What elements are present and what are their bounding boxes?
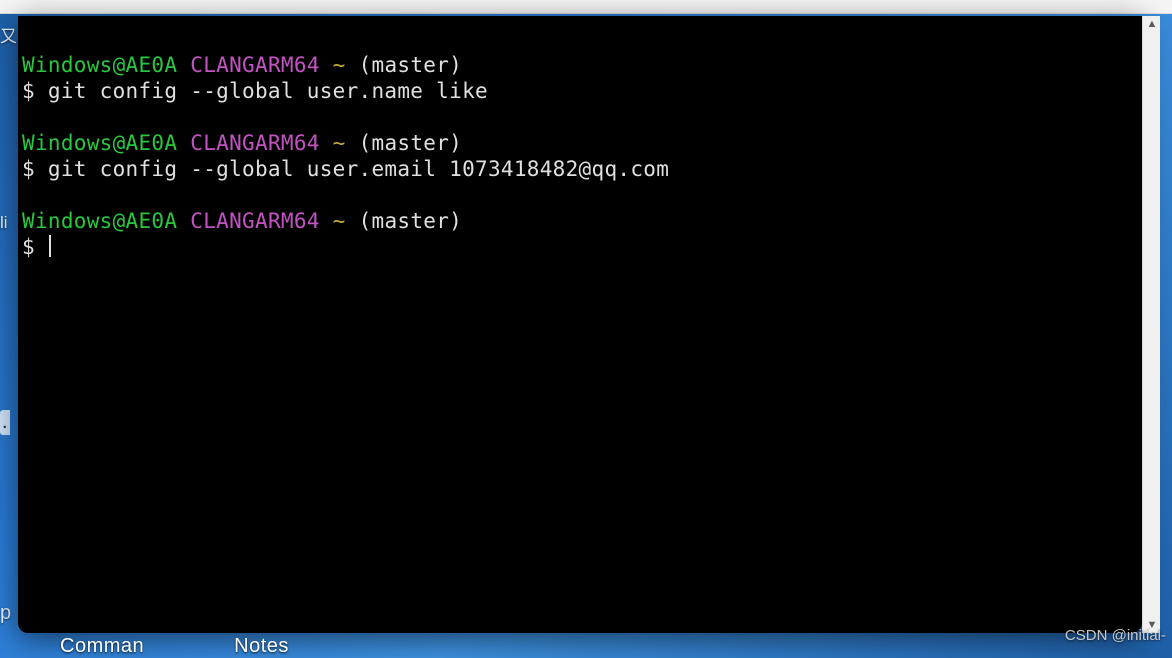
prompt-user-host: Windows@AE0A bbox=[22, 131, 177, 155]
desktop-icon-fragment: li bbox=[0, 213, 8, 233]
prompt-user-host: Windows@AE0A bbox=[22, 53, 177, 77]
blank-line bbox=[22, 104, 1136, 130]
command-text: git config --global user.email 107341848… bbox=[48, 157, 669, 181]
terminal-window[interactable]: Windows@AE0A CLANGARM64 ~ (master) $ git… bbox=[18, 16, 1142, 633]
taskbar-label[interactable]: Comman bbox=[60, 635, 144, 658]
scrollbar[interactable]: ▲ ▼ bbox=[1142, 16, 1160, 633]
prompt-symbol: $ bbox=[22, 79, 48, 103]
command-line-active[interactable]: $ bbox=[22, 234, 1136, 260]
prompt-branch: (master) bbox=[359, 53, 463, 77]
prompt-symbol: $ bbox=[22, 235, 48, 259]
prompt-line: Windows@AE0A CLANGARM64 ~ (master) bbox=[22, 52, 1136, 78]
prompt-branch: (master) bbox=[359, 131, 463, 155]
window-title-bar-fragment bbox=[0, 0, 1172, 14]
prompt-path: ~ bbox=[333, 209, 346, 233]
prompt-symbol: $ bbox=[22, 157, 48, 181]
prompt-line: Windows@AE0A CLANGARM64 ~ (master) bbox=[22, 130, 1136, 156]
blank-line bbox=[22, 182, 1136, 208]
desktop-taskbar-fragment: Comman Notes bbox=[0, 622, 1172, 658]
command-line: $ git config --global user.name like bbox=[22, 78, 1136, 104]
prompt-line: Windows@AE0A CLANGARM64 ~ (master) bbox=[22, 208, 1136, 234]
taskbar-label[interactable]: Notes bbox=[234, 635, 289, 658]
text-cursor bbox=[49, 235, 51, 257]
prompt-branch: (master) bbox=[359, 209, 463, 233]
command-text: git config --global user.name like bbox=[48, 79, 488, 103]
prompt-user-host: Windows@AE0A bbox=[22, 209, 177, 233]
command-line: $ git config --global user.email 1073418… bbox=[22, 156, 1136, 182]
desktop-icon-fragment: . bbox=[0, 410, 10, 435]
prompt-env: CLANGARM64 bbox=[190, 53, 319, 77]
prompt-path: ~ bbox=[333, 53, 346, 77]
scroll-up-arrow-icon[interactable]: ▲ bbox=[1144, 16, 1160, 32]
prompt-env: CLANGARM64 bbox=[190, 209, 319, 233]
prompt-env: CLANGARM64 bbox=[190, 131, 319, 155]
watermark-text: CSDN @initial- bbox=[1065, 627, 1166, 644]
prompt-path: ~ bbox=[333, 131, 346, 155]
